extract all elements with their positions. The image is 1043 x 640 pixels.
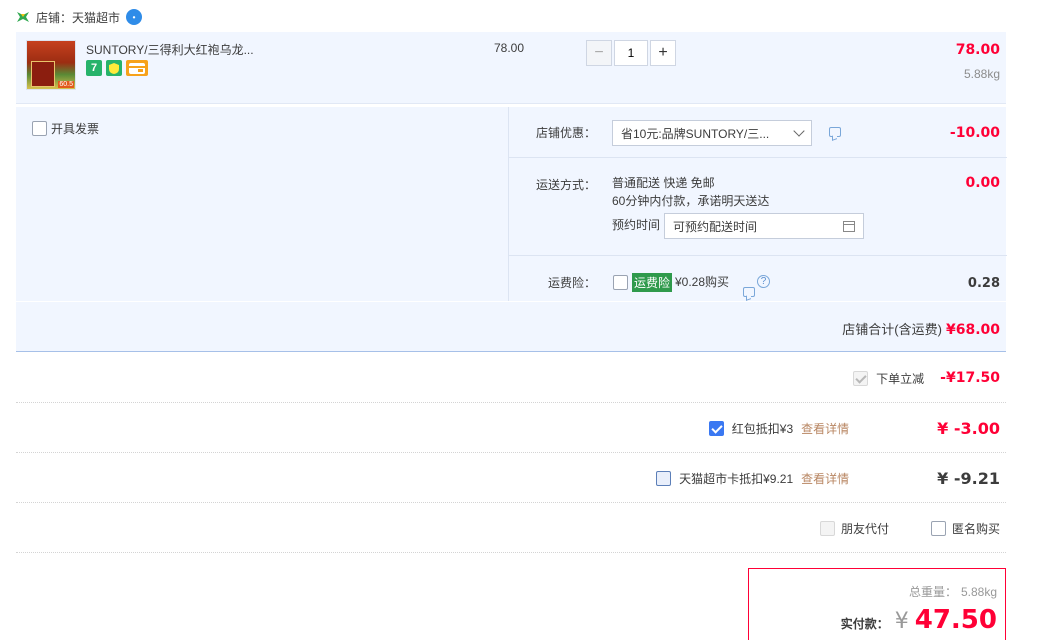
shipping-amount: 0.00: [965, 175, 1000, 191]
friend-pay-label: 朋友代付: [840, 521, 889, 536]
chat-icon[interactable]: •: [126, 9, 143, 25]
actual-payment-label: 实付款：: [840, 617, 889, 631]
red-packet-row: 红包抵扣¥3 查看详情 ¥ -3.00: [16, 403, 1006, 453]
tmall-card-details-link[interactable]: 查看详情: [801, 470, 849, 487]
currency-symbol: ¥: [894, 609, 909, 634]
tmall-card-label: 天猫超市卡抵扣¥9.21: [679, 471, 794, 486]
tmall-card-checkbox[interactable]: [656, 470, 672, 486]
actual-payment-amount: 47.50: [914, 605, 997, 635]
friend-pay-checkbox: [819, 520, 835, 536]
reserve-time-label: 预约时间: [612, 218, 661, 232]
instant-discount-amount: -¥17.50: [940, 370, 1000, 386]
shop-total-amount: ¥68.00: [945, 322, 1000, 338]
chevron-down-icon: [793, 125, 805, 137]
reserve-time-input[interactable]: 可预约配送时间: [664, 213, 864, 239]
insurance-tag: 运费险: [632, 273, 673, 292]
order-options: 开具发票 店铺优惠： 省10元:品牌SUNTORY/三... -10.00 运送…: [16, 107, 1007, 301]
cart-item-row: 60.5 SUNTORY/三得利大红袍乌龙... 7 78.00 − + 78.…: [16, 32, 1006, 104]
credit-card-icon[interactable]: [126, 60, 148, 76]
reserve-time-placeholder: 可预约配送时间: [673, 219, 758, 234]
shipping-promise: 60分钟内付款，承诺明天送达: [612, 194, 770, 208]
tmall-card: 天猫超市卡抵扣¥9.21 查看详情 ¥ -9.21: [656, 453, 1000, 503]
instant-discount-checkbox: [853, 370, 869, 386]
instant-discount-label: 下单立减: [876, 371, 925, 386]
actual-payment: 实付款： ¥ 47.50: [841, 605, 997, 635]
unit-price: 78.00: [494, 41, 525, 55]
insurance-amount: 0.28: [967, 276, 1000, 291]
divider: [509, 157, 1007, 158]
instant-discount-row: 下单立减 -¥17.50: [16, 353, 1006, 403]
red-packet: 红包抵扣¥3 查看详情 ¥ -3.00: [708, 403, 1000, 453]
insurance-label: 运费险：: [548, 276, 597, 290]
seven-day-return-icon[interactable]: 7: [86, 60, 102, 76]
pay-options: 朋友代付 匿名购买: [819, 503, 1000, 553]
instant-discount: 下单立减 -¥17.50: [853, 353, 1000, 403]
message-icon[interactable]: [743, 287, 755, 297]
shop-discount-amount: -10.00: [949, 125, 1000, 141]
anonymous-label: 匿名购买: [951, 521, 1000, 536]
calendar-icon: [843, 220, 855, 232]
decrease-quantity-button[interactable]: −: [586, 40, 612, 66]
shop-name[interactable]: 店铺：天猫超市: [36, 9, 120, 26]
shop-discount-select[interactable]: 省10元:品牌SUNTORY/三...: [612, 120, 812, 146]
shop-header: 店铺：天猫超市 •: [16, 6, 143, 28]
invoice-option[interactable]: 开具发票: [32, 120, 99, 137]
red-packet-checkbox[interactable]: [708, 420, 724, 436]
options-panel: 店铺优惠： 省10元:品牌SUNTORY/三... -10.00 运送方式： 普…: [508, 107, 1007, 301]
insurance-checkbox[interactable]: [613, 275, 628, 290]
insurance-price: ¥0.28购买: [675, 275, 730, 289]
shop-discount-label: 店铺优惠：: [536, 126, 597, 140]
help-icon[interactable]: ?: [757, 275, 770, 288]
message-icon[interactable]: [829, 127, 841, 137]
total-weight-value: 5.88kg: [960, 585, 997, 599]
red-packet-amount: ¥ -3.00: [937, 418, 1000, 438]
tmall-card-amount: ¥ -9.21: [937, 468, 1000, 488]
product-thumbnail[interactable]: 60.5: [26, 40, 76, 90]
pay-options-row: 朋友代付 匿名购买: [16, 503, 1006, 553]
shipping-method: 普通配送 快递 免邮: [612, 176, 715, 190]
anonymous-checkbox[interactable]: [930, 520, 946, 536]
product-title[interactable]: SUNTORY/三得利大红袍乌龙...: [86, 41, 254, 58]
payment-summary: 总重量： 5.88kg 实付款： ¥ 47.50: [748, 568, 1006, 640]
shop-total: 店铺合计(含运费) ¥68.00: [842, 319, 1000, 338]
shop-total-row: 店铺合计(含运费) ¥68.00: [16, 302, 1006, 352]
quantity-stepper: − +: [586, 40, 676, 66]
divider: [509, 255, 1007, 256]
invoice-checkbox[interactable]: [32, 121, 47, 136]
shop-icon: [17, 12, 29, 22]
shop-total-label: 店铺合计(含运费): [842, 322, 942, 337]
red-packet-label: 红包抵扣¥3: [731, 421, 794, 436]
item-subtotal: 78.00: [955, 42, 1000, 58]
total-weight: 总重量： 5.88kg: [905, 583, 997, 600]
shop-discount-selected: 省10元:品牌SUNTORY/三...: [621, 126, 770, 141]
product-badges: 7: [86, 60, 148, 76]
tmall-card-row: 天猫超市卡抵扣¥9.21 查看详情 ¥ -9.21: [16, 453, 1006, 503]
shipping-label: 运送方式：: [536, 178, 597, 192]
invoice-label: 开具发票: [51, 122, 100, 136]
quantity-input[interactable]: [614, 40, 648, 66]
guarantee-shield-icon[interactable]: [106, 60, 122, 76]
red-packet-details-link[interactable]: 查看详情: [801, 420, 849, 437]
item-weight: 5.88kg: [963, 67, 1000, 81]
increase-quantity-button[interactable]: +: [650, 40, 676, 66]
total-weight-label: 总重量：: [908, 585, 957, 599]
